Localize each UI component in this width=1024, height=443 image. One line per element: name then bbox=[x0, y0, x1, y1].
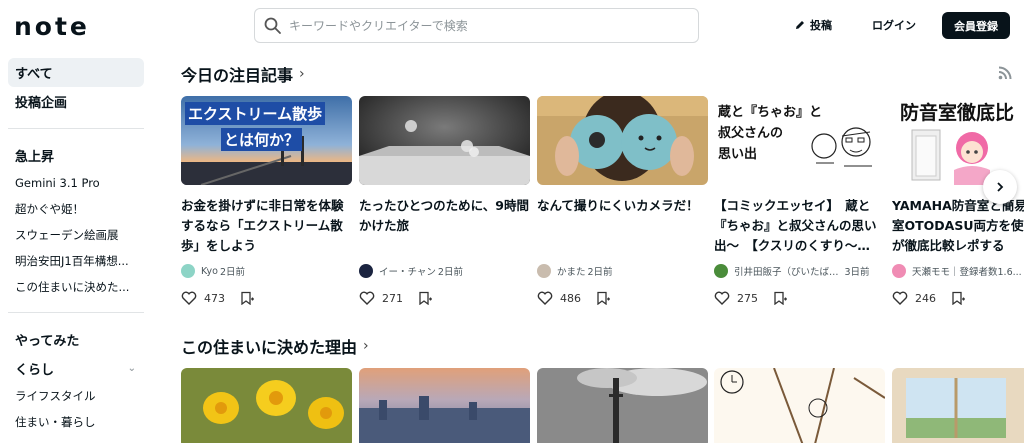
article-meta: イー・チャン 2日前 bbox=[359, 264, 530, 278]
search-placeholder: キーワードやクリエイターで検索 bbox=[289, 19, 468, 33]
sidebar: すべて 投稿企画 急上昇 Gemini 3.1 Pro 超かぐや姫！ スウェーデ… bbox=[8, 58, 144, 435]
bookmark-add-icon[interactable] bbox=[240, 291, 254, 305]
article-thumbnail[interactable] bbox=[359, 96, 530, 185]
rss-icon[interactable] bbox=[998, 66, 1012, 80]
sidebar-item-life-sub[interactable]: ライフスタイル bbox=[8, 383, 144, 409]
sidebar-item-trending[interactable]: 明治安田J1百年構想... bbox=[8, 248, 144, 274]
avatar[interactable] bbox=[359, 264, 373, 278]
sidebar-item-life[interactable]: くらし ⌄ bbox=[8, 354, 144, 383]
sidebar-item-trending[interactable]: 超かぐや姫！ bbox=[8, 196, 144, 222]
article-title[interactable]: 【コミックエッセイ】 蔵と『ちゃお』と叔父さんの思い出〜 【クスリのくすり〜… bbox=[714, 196, 885, 256]
avatar[interactable] bbox=[181, 264, 195, 278]
article-title[interactable]: YAMAHA防音室と簡易防音室OTODASU両方を使った私が徹底比較レポする bbox=[892, 196, 1024, 256]
post-time: 2日前 bbox=[587, 267, 613, 278]
chevron-right-icon: › bbox=[299, 66, 305, 82]
author-name[interactable]: 引井田飯子（ぴいたば… bbox=[734, 264, 839, 278]
article-thumbnail[interactable] bbox=[181, 368, 352, 443]
avatar[interactable] bbox=[537, 264, 551, 278]
article-thumbnail[interactable] bbox=[892, 368, 1024, 443]
article-thumbnail[interactable] bbox=[537, 368, 708, 443]
post-time: 2日前 bbox=[437, 267, 463, 278]
search-icon bbox=[264, 17, 281, 34]
login-button[interactable]: ログイン bbox=[872, 17, 916, 33]
article-title[interactable]: たったひとつのために、9時間かけた旅 bbox=[359, 196, 530, 256]
heart-icon[interactable] bbox=[359, 291, 375, 305]
thumbnail-text: 防音室徹底比 bbox=[900, 102, 1015, 124]
sidebar-divider bbox=[8, 128, 144, 129]
avatar[interactable] bbox=[714, 264, 728, 278]
note-logo[interactable]: note bbox=[14, 12, 90, 41]
heart-icon[interactable] bbox=[714, 291, 730, 305]
bookmark-add-icon[interactable] bbox=[418, 291, 432, 305]
heart-icon[interactable] bbox=[892, 291, 908, 305]
section-title-text: 今日の注目記事 bbox=[181, 66, 294, 85]
post-label: 投稿 bbox=[810, 19, 832, 32]
sidebar-item-tried[interactable]: やってみた bbox=[8, 325, 144, 354]
article-meta: 天瀬モモ｜登録者数1.6... bbox=[892, 264, 1024, 278]
avatar[interactable] bbox=[892, 264, 906, 278]
sidebar-item-trending[interactable]: スウェーデン絵画展 bbox=[8, 222, 144, 248]
chevron-down-icon[interactable]: ⌄ bbox=[128, 363, 136, 374]
sidebar-item-trending[interactable]: Gemini 3.1 Pro bbox=[8, 170, 144, 196]
header: note キーワードやクリエイターで検索 投稿 ログイン 会員登録 bbox=[0, 0, 1024, 50]
signup-button[interactable]: 会員登録 bbox=[942, 12, 1010, 39]
sidebar-item-life-sub[interactable]: 住まい・暮らし bbox=[8, 409, 144, 435]
bookmark-add-icon[interactable] bbox=[773, 291, 787, 305]
sidebar-heading-trending: 急上昇 bbox=[15, 150, 55, 165]
like-count: 275 bbox=[737, 291, 758, 305]
article-stats: 271 bbox=[359, 291, 530, 305]
chevron-right-icon: › bbox=[363, 338, 369, 354]
article-meta: かまた 2日前 bbox=[537, 264, 708, 278]
post-button[interactable]: 投稿 bbox=[794, 17, 832, 33]
like-count: 271 bbox=[382, 291, 403, 305]
article-meta: Kyo 2日前 bbox=[181, 264, 352, 278]
section-title-featured[interactable]: 今日の注目記事 › bbox=[181, 62, 305, 86]
heart-icon[interactable] bbox=[181, 291, 197, 305]
author-name[interactable]: 天瀬モモ｜登録者数1.6... bbox=[912, 264, 1022, 278]
pencil-icon bbox=[796, 21, 804, 29]
article-card[interactable]: エクストリーム散歩 とは何か？ お金を掛けずに非日常を体験するなら「エクストリー… bbox=[181, 96, 352, 305]
author-name[interactable]: Kyo bbox=[201, 266, 218, 277]
like-count: 473 bbox=[204, 291, 225, 305]
article-thumbnail[interactable]: 蔵と『ちゃお』と 叔父さんの 思い出 bbox=[714, 96, 885, 185]
article-meta: 引井田飯子（ぴいたば… 3日前 bbox=[714, 264, 885, 278]
bookmark-add-icon[interactable] bbox=[951, 291, 965, 305]
article-thumbnail[interactable] bbox=[714, 368, 885, 443]
author-name[interactable]: かまた bbox=[557, 264, 586, 278]
section-title-text: この住まいに決めた理由 bbox=[181, 338, 358, 357]
article-thumbnail[interactable]: エクストリーム散歩 とは何か？ bbox=[181, 96, 352, 185]
manga-illustration bbox=[811, 127, 872, 167]
article-thumbnail[interactable] bbox=[359, 368, 530, 443]
sidebar-item-all[interactable]: すべて bbox=[8, 58, 144, 87]
thumbnail-text: エクストリーム散歩 bbox=[185, 102, 326, 125]
article-stats: 246 bbox=[892, 291, 1024, 305]
article-stats: 275 bbox=[714, 291, 885, 305]
carousel-next-button[interactable] bbox=[983, 170, 1017, 204]
author-name[interactable]: イー・チャン bbox=[379, 264, 436, 278]
article-stats: 473 bbox=[181, 291, 352, 305]
search-box[interactable]: キーワードやクリエイターで検索 bbox=[254, 8, 699, 43]
like-count: 246 bbox=[915, 291, 936, 305]
article-title[interactable]: お金を掛けずに非日常を体験するなら「エクストリーム散歩」をしよう bbox=[181, 196, 352, 256]
bookmark-add-icon[interactable] bbox=[596, 291, 610, 305]
chevron-right-icon bbox=[997, 182, 1004, 192]
post-time: 3日前 bbox=[844, 267, 870, 278]
sidebar-item-trending[interactable]: この住まいに決めた... bbox=[8, 274, 144, 300]
like-count: 486 bbox=[560, 291, 581, 305]
sidebar-divider bbox=[8, 312, 144, 313]
article-title[interactable]: なんて撮りにくいカメラだ！ bbox=[537, 196, 708, 256]
article-card[interactable]: 蔵と『ちゃお』と 叔父さんの 思い出 【コミックエッセイ】 蔵と『ちゃお』と叔父… bbox=[714, 96, 885, 305]
section-title-home[interactable]: この住まいに決めた理由 › bbox=[181, 334, 369, 358]
sidebar-item-contests[interactable]: 投稿企画 bbox=[8, 87, 144, 116]
article-thumbnail[interactable] bbox=[537, 96, 708, 185]
thumbnail-text: とは何か？ bbox=[221, 128, 303, 151]
article-stats: 486 bbox=[537, 291, 708, 305]
article-card[interactable]: たったひとつのために、9時間かけた旅 イー・チャン 2日前 271 bbox=[359, 96, 530, 305]
sidebar-item-label: くらし bbox=[15, 363, 55, 378]
heart-icon[interactable] bbox=[537, 291, 553, 305]
article-card[interactable]: なんて撮りにくいカメラだ！ かまた 2日前 486 bbox=[537, 96, 708, 305]
post-time: 2日前 bbox=[219, 267, 246, 278]
